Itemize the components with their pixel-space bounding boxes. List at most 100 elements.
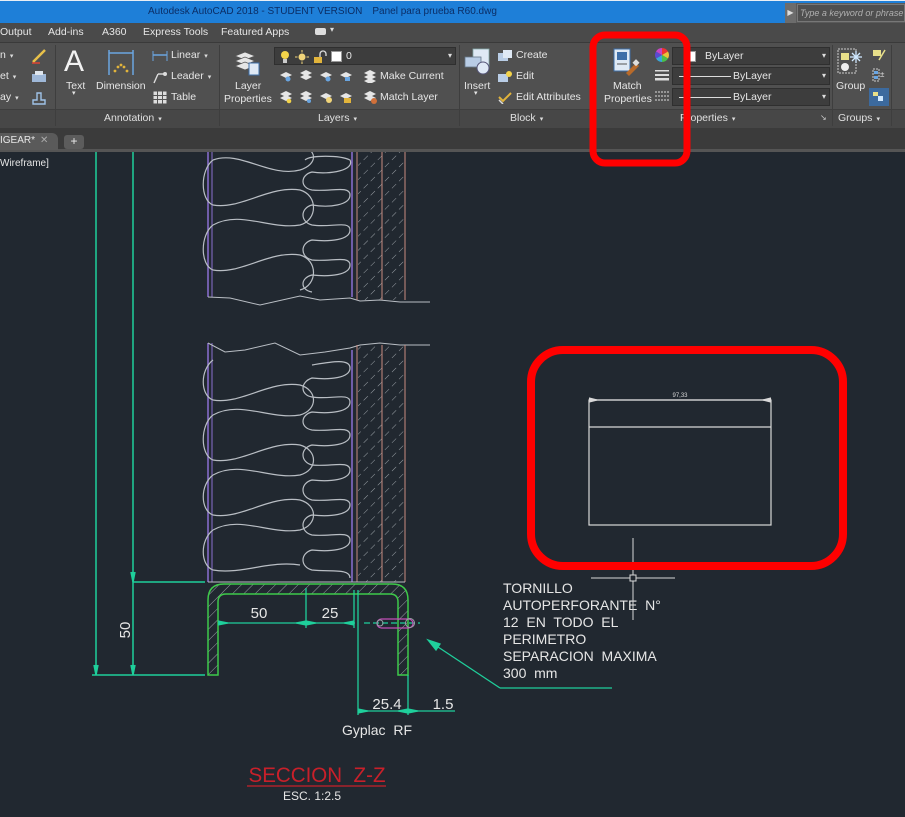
edit-attributes-button[interactable]: Edit Attributes [516, 91, 581, 103]
insulation-curves-lower [202, 359, 351, 579]
search-expand-icon[interactable]: ▶ [785, 3, 796, 23]
steel-channel-profile [207, 583, 409, 676]
autocad-window: Autodesk AutoCAD 2018 - STUDENT VERSION P… [0, 0, 905, 817]
left-item-3[interactable]: ay ▾ [0, 91, 19, 103]
table-icon [153, 91, 167, 104]
ungroup-icon[interactable] [872, 48, 886, 62]
table-button[interactable]: Table [171, 91, 196, 103]
text-dropdown-icon[interactable]: ▾ [72, 89, 76, 97]
svg-text:±: ± [880, 70, 885, 79]
layer-dropdown[interactable]: 0 ▾ [274, 47, 456, 65]
help-search: ▶ [785, 3, 905, 23]
color-wheel-icon [655, 48, 669, 62]
match-layer-button[interactable]: Match Layer [380, 91, 438, 103]
create-block-button[interactable]: Create [516, 49, 548, 61]
dim-height-50: 50 [117, 622, 134, 639]
file-name: Panel para prueba R60.dwg [372, 6, 497, 17]
layer-properties-label-1[interactable]: Layer [235, 80, 261, 92]
ribbon: n ▾ et ▾ ay ▾ A Text ▾ Dimension Linear ▾ Le… [0, 43, 905, 128]
current-layer-value: 0 [346, 50, 352, 62]
properties-dialog-launcher-icon[interactable]: ↘ [820, 113, 827, 122]
annotation-panel-title[interactable]: Annotation ▾ [104, 112, 162, 124]
tab-output[interactable]: Output [0, 26, 32, 38]
visual-style-control[interactable]: Wireframe] [0, 158, 49, 169]
highlight-box-rectangle [527, 346, 847, 570]
sun-icon [295, 50, 309, 64]
color-value: ByLayer [705, 50, 744, 62]
left-item-2[interactable]: et ▾ [0, 70, 16, 82]
lineweight-value: ByLayer [733, 70, 772, 82]
search-input[interactable] [797, 4, 905, 22]
unlock-icon [314, 50, 327, 63]
drawing-canvas[interactable]: 50 50 25 25.4 1.5 TORNILLO AUTOPERFORANT… [0, 152, 905, 817]
properties-panel-title[interactable]: Properties ▾ [680, 112, 735, 124]
wall-section-lower [202, 342, 430, 583]
dimension-icon[interactable] [106, 47, 136, 77]
tab-express-tools[interactable]: Express Tools [143, 26, 208, 38]
layer-tools-row-1-icons[interactable] [279, 69, 359, 83]
scale-label: ESC. 1:2.5 [283, 789, 341, 803]
new-tab-button[interactable]: + [64, 135, 84, 149]
dim-width-25: 25 [322, 605, 339, 622]
group-button[interactable]: Group [836, 80, 865, 92]
linetype-icon [655, 91, 669, 101]
tab-featured-apps[interactable]: Featured Apps [221, 26, 289, 38]
svg-text:12 EN TODO EL: 12 EN TODO EL [503, 614, 619, 630]
left-item-1[interactable]: n ▾ [0, 49, 13, 61]
layer-properties-label-2[interactable]: Properties [224, 93, 272, 105]
svg-text:PERIMETRO: PERIMETRO [503, 631, 586, 647]
linear-button[interactable]: Linear ▾ [171, 49, 208, 61]
layer-properties-icon[interactable] [233, 48, 261, 76]
section-title: SECCION Z-Z [249, 764, 386, 787]
insert-block-icon[interactable] [463, 47, 493, 75]
edit-attributes-icon [498, 92, 512, 104]
edit-pencil-icon[interactable] [30, 48, 48, 64]
svg-text:AUTOPERFORANTE N°: AUTOPERFORANTE N° [503, 597, 661, 613]
linetype-value: ByLayer [733, 91, 772, 103]
layer-color-swatch [331, 51, 342, 62]
match-properties-label-1[interactable]: Match [613, 80, 642, 92]
close-tab-icon[interactable]: ✕ [40, 135, 48, 146]
svg-text:300 mm: 300 mm [503, 665, 557, 681]
layers-panel-title[interactable]: Layers ▾ [318, 112, 357, 124]
print-icon[interactable] [30, 69, 48, 85]
document-tabs: IGEAR* ✕ + [0, 128, 905, 152]
document-tab-active[interactable]: IGEAR* ✕ [0, 133, 58, 150]
match-layer-icon [364, 91, 377, 104]
linetype-dropdown[interactable]: ByLayer ▾ [672, 88, 830, 106]
match-properties-label-2[interactable]: Properties [604, 93, 652, 105]
tab-add-ins[interactable]: Add-ins [48, 26, 84, 38]
group-selection-toggle-icon[interactable] [869, 88, 889, 106]
screw-note: TORNILLO AUTOPERFORANTE N° 12 EN TODO EL… [503, 580, 661, 681]
svg-text:SEPARACION MAXIMA: SEPARACION MAXIMA [503, 648, 657, 664]
dim-width-1-5: 1.5 [433, 696, 454, 713]
make-current-button[interactable]: Make Current [380, 70, 444, 82]
workspace-dropdown-icon[interactable]: ▾ [330, 25, 334, 34]
lineweight-dropdown[interactable]: ByLayer ▾ [672, 67, 830, 85]
group-icon[interactable] [836, 47, 864, 77]
stamp-icon[interactable] [30, 90, 48, 106]
groups-panel-title[interactable]: Groups ▾ [838, 112, 880, 124]
app-title: Autodesk AutoCAD 2018 - STUDENT VERSION [148, 6, 363, 17]
window-title: Autodesk AutoCAD 2018 - STUDENT VERSION P… [148, 6, 497, 17]
match-properties-icon[interactable] [612, 47, 640, 77]
insert-dropdown-icon[interactable]: ▾ [474, 89, 478, 97]
dim-width-25-4: 25.4 [372, 696, 401, 713]
svg-text:TORNILLO: TORNILLO [503, 580, 573, 596]
document-tab-label: IGEAR* [0, 135, 36, 146]
group-edit-icon[interactable]: ± [872, 68, 886, 82]
vertical-dimension-lines [92, 152, 205, 676]
layer-tools-row-2-icons[interactable] [279, 90, 359, 104]
text-icon[interactable]: A [64, 45, 84, 79]
dimension-button[interactable]: Dimension [96, 80, 146, 92]
dim-rect-width: 97,33 [672, 393, 688, 399]
selected-rectangle[interactable] [588, 397, 772, 526]
edit-block-button[interactable]: Edit [516, 70, 534, 82]
leader-icon [153, 72, 167, 84]
ribbon-tabs: Output Add-ins A360 Express Tools Featur… [0, 23, 905, 43]
tab-a360[interactable]: A360 [102, 26, 127, 38]
block-panel-title[interactable]: Block ▾ [510, 112, 543, 124]
color-dropdown[interactable]: ByLayer ▾ [672, 47, 830, 65]
camera-icon[interactable] [315, 28, 326, 35]
leader-button[interactable]: Leader ▾ [171, 70, 211, 82]
